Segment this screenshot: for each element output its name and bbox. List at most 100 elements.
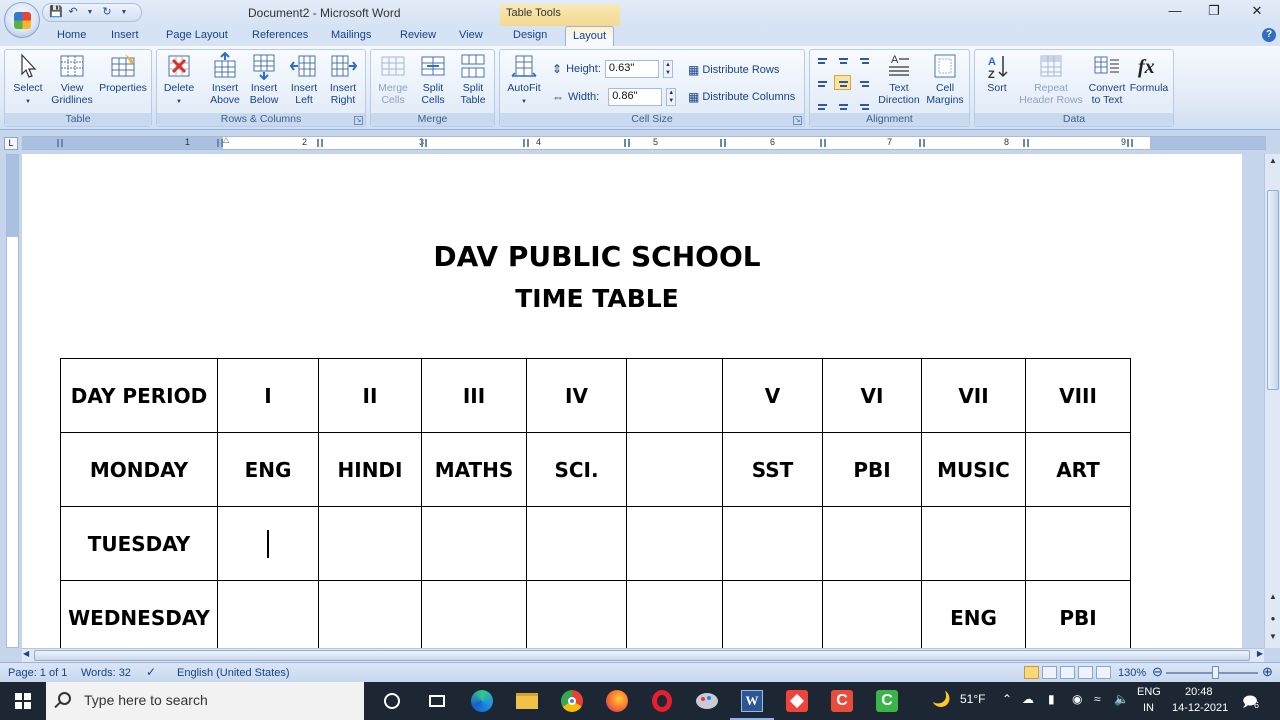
autofit-button[interactable]: AutoFit ▼ xyxy=(502,52,546,108)
start-button[interactable] xyxy=(0,682,46,720)
insert-below-button[interactable]: Insert Below xyxy=(245,52,283,106)
show-hidden-icons-icon[interactable]: ⌃ xyxy=(1002,692,1012,706)
align-center-left-icon[interactable] xyxy=(814,75,831,90)
zoom-out-icon[interactable]: ⊖ xyxy=(1152,664,1163,680)
ruler-column-marker[interactable] xyxy=(1023,139,1029,147)
ruler-column-marker[interactable] xyxy=(720,139,726,147)
opera-browser-icon[interactable] xyxy=(648,687,676,715)
ruler-column-marker[interactable] xyxy=(421,139,427,147)
width-input[interactable]: 0.86" xyxy=(608,88,663,106)
ruler-column-marker[interactable] xyxy=(523,139,529,147)
distribute-columns-button[interactable]: ▦ Distribute Columns xyxy=(688,90,795,104)
select-button[interactable]: Select ▼ xyxy=(8,52,48,108)
ruler-column-marker[interactable] xyxy=(919,139,925,147)
zoom-in-icon[interactable]: ⊕ xyxy=(1262,664,1273,680)
split-table-button[interactable]: Split Table xyxy=(454,52,492,106)
anydesk-app-icon[interactable] xyxy=(783,687,811,715)
scroll-right-icon[interactable]: ▶ xyxy=(1257,649,1263,658)
align-bottom-center-icon[interactable] xyxy=(834,96,851,111)
tab-references[interactable]: References xyxy=(252,29,308,41)
properties-button[interactable]: Properties xyxy=(97,52,149,94)
redo-icon[interactable]: ↻ xyxy=(100,6,114,19)
merge-cells-button[interactable]: Merge Cells xyxy=(374,52,412,106)
edge-browser-icon[interactable] xyxy=(468,687,496,715)
onedrive-icon[interactable]: ☁ xyxy=(1022,692,1034,706)
cell-size-dialog-launcher-icon[interactable]: ↘ xyxy=(793,116,802,125)
weather-temperature[interactable]: 51°F xyxy=(960,692,985,706)
clock-date[interactable]: 14-12-2021 xyxy=(1172,702,1228,714)
vertical-scrollbar[interactable]: ▲ ▲ ● ▼ xyxy=(1264,154,1280,648)
insert-left-button[interactable]: Insert Left xyxy=(285,52,323,106)
table-cell[interactable] xyxy=(318,580,422,648)
tab-view[interactable]: View xyxy=(459,29,483,41)
ruler-column-marker[interactable] xyxy=(57,139,63,147)
clock-time[interactable]: 20:48 xyxy=(1185,686,1213,698)
cortana-icon[interactable] xyxy=(378,687,406,715)
delete-button[interactable]: Delete ▼ xyxy=(159,52,199,108)
text-direction-button[interactable]: A Text Direction xyxy=(876,52,922,106)
table-cell[interactable] xyxy=(921,506,1026,581)
table-cell[interactable] xyxy=(822,506,922,581)
tab-insert[interactable]: Insert xyxy=(111,29,139,41)
rows-columns-dialog-launcher-icon[interactable]: ↘ xyxy=(354,116,363,125)
camtasia-red-app-icon[interactable]: C xyxy=(828,687,856,715)
page-count[interactable]: Page: 1 of 1 xyxy=(8,667,67,679)
proofing-check-icon[interactable]: ✓ xyxy=(146,665,156,679)
view-gridlines-button[interactable]: View Gridlines xyxy=(49,52,95,106)
table-cell[interactable] xyxy=(722,580,823,648)
tab-home[interactable]: Home xyxy=(57,29,86,41)
ruler-column-marker[interactable] xyxy=(820,139,826,147)
table-cell[interactable]: IV xyxy=(526,358,627,433)
scroll-down-page-icon[interactable]: ▼ xyxy=(1267,632,1279,644)
table-cell[interactable] xyxy=(626,432,723,507)
word-count[interactable]: Words: 32 xyxy=(81,667,131,679)
indent-marker-icon[interactable]: △ xyxy=(223,135,229,144)
input-language-top[interactable]: ENG xyxy=(1137,686,1161,698)
table-cell[interactable]: III xyxy=(421,358,527,433)
tab-selector-icon[interactable]: L xyxy=(4,137,18,150)
table-cell[interactable] xyxy=(626,358,723,433)
full-screen-reading-view-icon[interactable] xyxy=(1042,666,1057,679)
firefox-browser-icon[interactable] xyxy=(603,687,631,715)
width-spinner-icon[interactable]: ▲ ▼ xyxy=(666,88,677,106)
file-explorer-icon[interactable] xyxy=(513,687,541,715)
vertical-scroll-thumb[interactable] xyxy=(1267,190,1279,390)
align-top-right-icon[interactable] xyxy=(854,54,871,69)
office-button[interactable] xyxy=(4,2,40,38)
help-icon[interactable]: ? xyxy=(1262,28,1276,42)
table-cell[interactable]: V xyxy=(722,358,823,433)
tab-layout[interactable]: Layout xyxy=(565,26,615,47)
tab-mailings[interactable]: Mailings xyxy=(331,29,371,41)
table-cell[interactable]: VIII xyxy=(1025,358,1131,433)
input-language-bottom[interactable]: IN xyxy=(1143,702,1154,714)
scroll-up-page-icon[interactable]: ▲ xyxy=(1267,592,1279,604)
table-cell[interactable] xyxy=(217,580,319,648)
scroll-left-icon[interactable]: ◀ xyxy=(23,649,29,658)
draft-view-icon[interactable] xyxy=(1096,666,1111,679)
print-layout-view-icon[interactable] xyxy=(1024,666,1039,679)
align-center-icon[interactable] xyxy=(834,75,851,90)
table-cell[interactable] xyxy=(318,506,422,581)
table-cell[interactable] xyxy=(217,506,319,581)
table-cell[interactable] xyxy=(526,580,627,648)
table-cell[interactable] xyxy=(421,580,527,648)
table-cell[interactable]: MUSIC xyxy=(921,432,1026,507)
paint-app-icon[interactable] xyxy=(693,687,721,715)
table-cell[interactable]: MATHS xyxy=(421,432,527,507)
ruler-column-marker[interactable] xyxy=(1127,139,1133,147)
zoom-level[interactable]: 130% xyxy=(1118,667,1146,679)
ruler-column-marker[interactable] xyxy=(317,139,323,147)
table-cell[interactable] xyxy=(626,580,723,648)
minimize-button[interactable]: — xyxy=(1164,3,1186,21)
tab-design[interactable]: Design xyxy=(513,29,547,41)
browse-object-icon[interactable]: ● xyxy=(1267,614,1279,626)
table-cell[interactable] xyxy=(1025,506,1131,581)
tab-review[interactable]: Review xyxy=(400,29,436,41)
align-center-right-icon[interactable] xyxy=(854,75,871,90)
table-cell[interactable]: SST xyxy=(722,432,823,507)
table-cell[interactable]: DAY PERIOD xyxy=(60,358,218,433)
customize-qat-icon[interactable]: ▼ xyxy=(117,6,131,19)
table-cell[interactable]: PBI xyxy=(1025,580,1131,648)
table-cell[interactable]: TUESDAY xyxy=(60,506,218,581)
distribute-rows-button[interactable]: ▦ Distribute Rows xyxy=(688,63,779,77)
